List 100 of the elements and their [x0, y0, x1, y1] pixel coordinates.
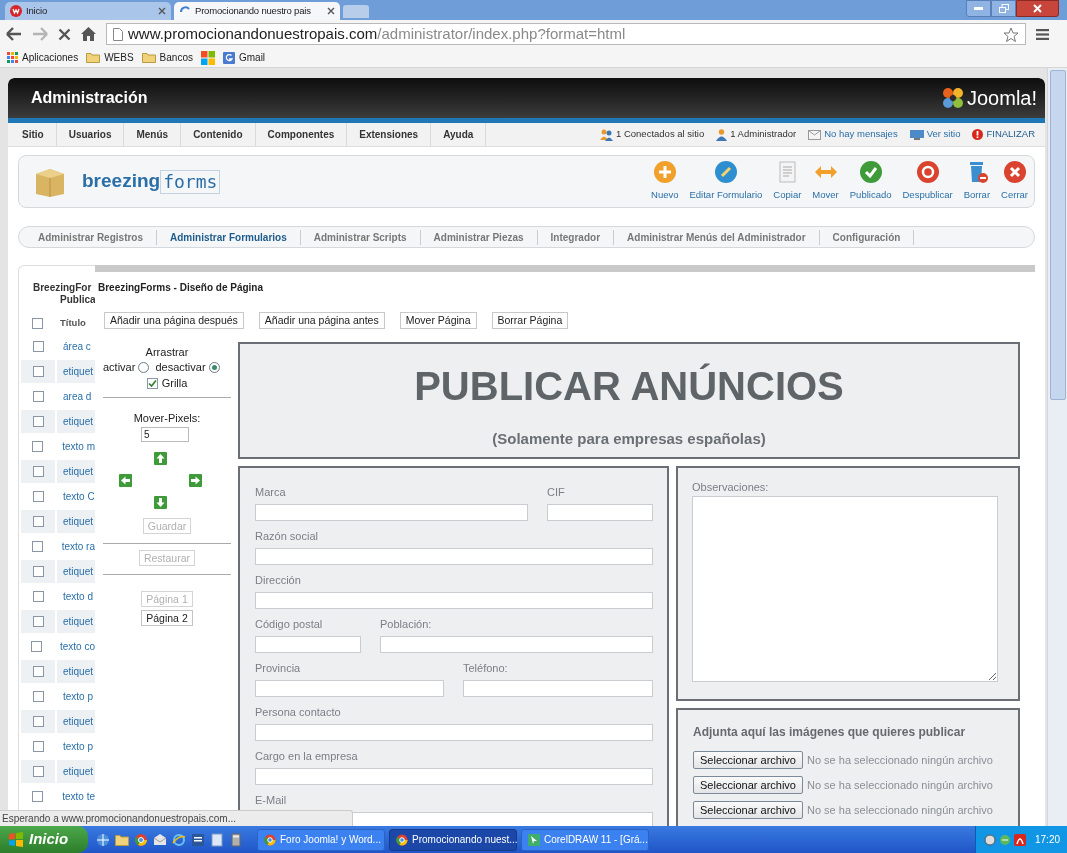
menu-item[interactable]: Sitio — [10, 123, 57, 146]
menu-item[interactable]: Menús — [124, 123, 182, 146]
checkbox[interactable] — [32, 791, 44, 802]
start-button[interactable]: Inicio — [0, 826, 88, 853]
checkbox[interactable] — [32, 591, 44, 602]
row-title-link[interactable]: texto p — [63, 689, 94, 704]
page-action-button[interactable]: Añadir una página antes — [258, 312, 385, 329]
forward-icon[interactable] — [32, 27, 48, 41]
choose-file-button[interactable]: Seleccionar archivo — [693, 751, 803, 769]
checkbox[interactable] — [32, 441, 44, 452]
row-title-link[interactable]: area d — [63, 389, 92, 404]
bookmark-link[interactable]: Bancos — [141, 50, 193, 65]
text-input-field[interactable] — [463, 680, 653, 697]
home-icon[interactable] — [81, 27, 96, 41]
arrow-right-icon[interactable] — [188, 473, 202, 487]
submenu-tab[interactable]: Administrar Piezas — [420, 229, 538, 245]
arrow-down-icon[interactable] — [153, 495, 167, 509]
back-icon[interactable] — [6, 27, 22, 41]
row-title-link[interactable]: texto ra — [61, 539, 95, 554]
choose-file-button[interactable]: Seleccionar archivo — [693, 801, 803, 819]
checkbox[interactable] — [32, 666, 44, 677]
minimize-button[interactable] — [966, 0, 991, 17]
status-link[interactable]: FINALIZAR — [972, 127, 1035, 142]
row-title-link[interactable]: texto co — [59, 639, 95, 654]
submenu-tab[interactable]: Administrar Registros — [25, 229, 158, 245]
close-window-button[interactable] — [1016, 0, 1059, 17]
menu-icon[interactable] — [1036, 28, 1049, 40]
menu-item[interactable]: Componentes — [255, 123, 348, 146]
text-input-field[interactable] — [255, 504, 528, 521]
checkbox[interactable] — [32, 516, 44, 527]
checkbox[interactable] — [32, 416, 44, 427]
taskbar-button[interactable]: CorelDRAW 11 - [Grá... — [521, 828, 649, 851]
checkbox[interactable] — [146, 377, 158, 389]
menu-item[interactable]: Ayuda — [431, 123, 487, 146]
text-input-field[interactable] — [255, 636, 361, 653]
row-title-link[interactable]: texto p — [63, 739, 94, 754]
text-input-field[interactable] — [380, 636, 653, 653]
close-icon[interactable] — [327, 7, 335, 15]
menu-item[interactable]: Extensiones — [347, 123, 432, 146]
checkbox[interactable] — [32, 491, 44, 502]
browser-tab[interactable]: Promocionando nuestro pais — [174, 2, 340, 20]
word-document-icon[interactable] — [191, 832, 205, 847]
checkbox[interactable] — [32, 691, 44, 702]
browser-tab[interactable]: Inicio — [5, 2, 171, 20]
row-title-link[interactable]: área c — [63, 339, 91, 354]
checkbox[interactable] — [31, 641, 42, 652]
pixels-input[interactable]: 5 — [141, 427, 189, 442]
status-link[interactable]: No hay mensajes — [808, 127, 898, 142]
choose-file-button[interactable]: Seleccionar archivo — [693, 776, 803, 794]
checkbox[interactable] — [32, 616, 44, 627]
text-input-field[interactable] — [255, 724, 653, 741]
globe-icon[interactable] — [96, 832, 110, 847]
submenu-tab[interactable]: Administrar Menús del Administrador — [614, 229, 820, 245]
bookmark-link[interactable]: WEBS — [86, 50, 134, 65]
checkbox[interactable] — [31, 541, 43, 552]
mail-icon[interactable] — [153, 832, 167, 847]
checkbox[interactable] — [32, 741, 44, 752]
text-input-field[interactable] — [547, 504, 653, 521]
checkbox[interactable] — [32, 466, 44, 477]
toolbar-button[interactable]: Publicado — [849, 160, 892, 203]
status-link[interactable]: 1 Conectados al sitio — [600, 127, 705, 142]
submenu-tab[interactable]: Administrar Formularios — [157, 229, 301, 245]
page-action-button[interactable]: Borrar Página — [491, 312, 569, 329]
checkbox[interactable] — [32, 716, 44, 727]
checkbox[interactable] — [32, 566, 44, 577]
menu-item[interactable]: Contenido — [181, 123, 256, 146]
restore-button[interactable] — [991, 0, 1016, 17]
text-input-field[interactable] — [255, 768, 653, 785]
toolbar-button[interactable]: Mover — [812, 160, 839, 203]
page-action-button[interactable]: Mover Página — [399, 312, 477, 329]
taskbar-button[interactable]: Promocionando nuest... — [389, 828, 517, 851]
star-icon[interactable] — [1003, 26, 1019, 42]
toolbar-button[interactable]: Despublicar — [902, 160, 953, 203]
bookmark-link[interactable]: Gmail — [222, 50, 266, 65]
radio-button[interactable] — [208, 361, 220, 373]
address-bar[interactable]: www.promocionandonuestropais.com/administrator/index.php?format=html — [106, 23, 1026, 45]
folder-icon[interactable] — [115, 832, 129, 847]
calculator-icon[interactable] — [229, 832, 243, 847]
submenu-tab[interactable]: Administrar Scripts — [300, 229, 421, 245]
radio-button[interactable] — [138, 361, 150, 373]
stop-icon[interactable] — [58, 27, 71, 41]
checkbox[interactable] — [32, 766, 44, 777]
submenu-tab[interactable]: Integrador — [537, 229, 615, 245]
text-input-field[interactable] — [255, 680, 444, 697]
toolbar-button[interactable]: Nuevo — [651, 160, 679, 203]
page-action-button[interactable]: Añadir una página después — [104, 312, 244, 329]
row-title-link[interactable]: texto d — [63, 589, 94, 604]
scrollbar[interactable] — [1047, 68, 1067, 826]
checkbox[interactable] — [32, 391, 44, 402]
text-input-field[interactable] — [255, 548, 653, 565]
globe-ring-icon[interactable] — [172, 832, 186, 847]
browser-icon[interactable] — [134, 832, 148, 847]
status-link[interactable]: 1 Administrador — [716, 127, 797, 142]
arrow-up-icon[interactable] — [153, 451, 167, 465]
scrollbar-thumb[interactable] — [1049, 70, 1066, 400]
menu-item[interactable]: Usuarios — [56, 123, 125, 146]
toolbar-button[interactable]: Copiar — [773, 160, 802, 203]
toolbar-button[interactable]: Borrar — [963, 160, 991, 203]
page-button[interactable]: Página 2 — [141, 610, 193, 626]
checkbox[interactable] — [32, 341, 44, 352]
